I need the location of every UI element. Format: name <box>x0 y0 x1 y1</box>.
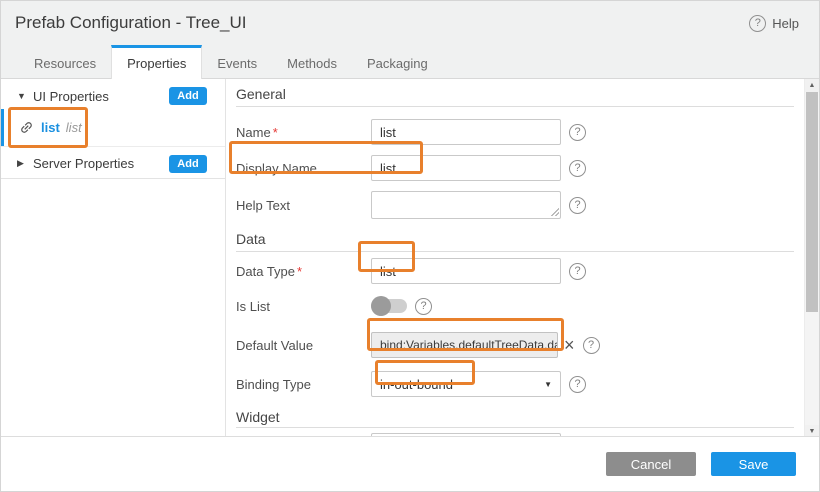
is-list-row: Is List ? <box>236 296 807 316</box>
data-type-row: Data Type* ? <box>236 258 807 284</box>
dialog-header: Prefab Configuration - Tree_UI ? Help <box>1 1 819 45</box>
required-asterisk: * <box>297 264 302 279</box>
display-name-row: Display Name ? <box>236 155 807 181</box>
selected-indicator <box>1 109 4 146</box>
default-value-input[interactable]: bind:Variables.defaultTreeData.dataSet <box>371 332 558 358</box>
section-data: Data <box>236 231 794 252</box>
tab-bar: Resources Properties Events Methods Pack… <box>1 45 819 79</box>
save-button[interactable]: Save <box>711 452 796 476</box>
collapse-closed-icon: ▶ <box>17 158 29 169</box>
ui-properties-label: UI Properties <box>33 89 109 104</box>
help-text-row: Help Text ? <box>236 191 807 219</box>
required-asterisk: * <box>273 125 278 140</box>
tab-events[interactable]: Events <box>202 45 272 78</box>
help-text-input[interactable] <box>371 191 561 219</box>
server-properties-header[interactable]: ▶ Server Properties Add <box>1 149 225 179</box>
display-name-label: Display Name <box>236 161 371 176</box>
is-list-help-icon[interactable]: ? <box>415 298 432 315</box>
data-type-help-icon[interactable]: ? <box>569 263 586 280</box>
binding-type-row: Binding Type in-out-bound ▼ ? <box>236 371 807 397</box>
dropdown-arrow-icon: ▼ <box>544 380 552 389</box>
clear-binding-icon[interactable]: × <box>564 336 575 354</box>
collapse-open-icon: ▼ <box>17 91 29 101</box>
name-input[interactable] <box>371 119 561 145</box>
default-value-label: Default Value <box>236 338 371 353</box>
properties-sidebar: ▼ UI Properties Add list list ▶ Server P… <box>1 79 226 438</box>
binding-type-value: in-out-bound <box>380 377 453 392</box>
help-label: Help <box>772 16 799 31</box>
default-value-row: Default Value bind:Variables.defaultTree… <box>236 332 807 358</box>
is-list-label: Is List <box>236 299 371 314</box>
tab-methods[interactable]: Methods <box>272 45 352 78</box>
property-item-list[interactable]: list list <box>1 109 225 147</box>
toggle-knob <box>371 296 391 316</box>
dialog-title: Prefab Configuration - Tree_UI <box>15 13 247 33</box>
binding-type-help-icon[interactable]: ? <box>569 376 586 393</box>
property-form: General Name* ? Display Name ? Help Text… <box>226 79 819 438</box>
tab-resources[interactable]: Resources <box>19 45 111 78</box>
scroll-up-icon[interactable]: ▲ <box>805 79 819 92</box>
ui-properties-header[interactable]: ▼ UI Properties Add <box>1 83 225 109</box>
section-widget: Widget <box>236 409 794 428</box>
name-label: Name* <box>236 125 371 140</box>
prefab-configuration-dialog: Prefab Configuration - Tree_UI ? Help Re… <box>0 0 820 492</box>
display-name-input[interactable] <box>371 155 561 181</box>
scrollbar[interactable]: ▲ ▼ <box>804 79 819 438</box>
binding-type-label: Binding Type <box>236 377 371 392</box>
server-properties-label: Server Properties <box>33 156 134 171</box>
scrollbar-thumb[interactable] <box>806 92 818 312</box>
add-ui-property-button[interactable]: Add <box>169 87 207 105</box>
is-list-toggle[interactable] <box>371 299 407 313</box>
name-help-icon[interactable]: ? <box>569 124 586 141</box>
data-type-label: Data Type* <box>236 264 371 279</box>
dialog-body: ▼ UI Properties Add list list ▶ Server P… <box>1 79 819 438</box>
help-text-wrap <box>371 191 561 219</box>
help-link[interactable]: ? Help <box>749 15 799 32</box>
link-icon <box>16 117 37 138</box>
dialog-footer: Cancel Save <box>1 436 819 491</box>
help-icon: ? <box>749 15 766 32</box>
display-name-help-icon[interactable]: ? <box>569 160 586 177</box>
name-row: Name* ? <box>236 119 807 145</box>
property-name: list <box>41 120 60 135</box>
binding-type-select[interactable]: in-out-bound ▼ <box>371 371 561 397</box>
tab-packaging[interactable]: Packaging <box>352 45 443 78</box>
section-general: General <box>236 86 794 107</box>
data-type-input[interactable] <box>371 258 561 284</box>
cancel-button[interactable]: Cancel <box>606 452 696 476</box>
tab-properties[interactable]: Properties <box>111 45 202 79</box>
help-text-help-icon[interactable]: ? <box>569 197 586 214</box>
default-value-help-icon[interactable]: ? <box>583 337 600 354</box>
help-text-label: Help Text <box>236 198 371 213</box>
add-server-property-button[interactable]: Add <box>169 155 207 173</box>
property-type: list <box>66 120 82 135</box>
